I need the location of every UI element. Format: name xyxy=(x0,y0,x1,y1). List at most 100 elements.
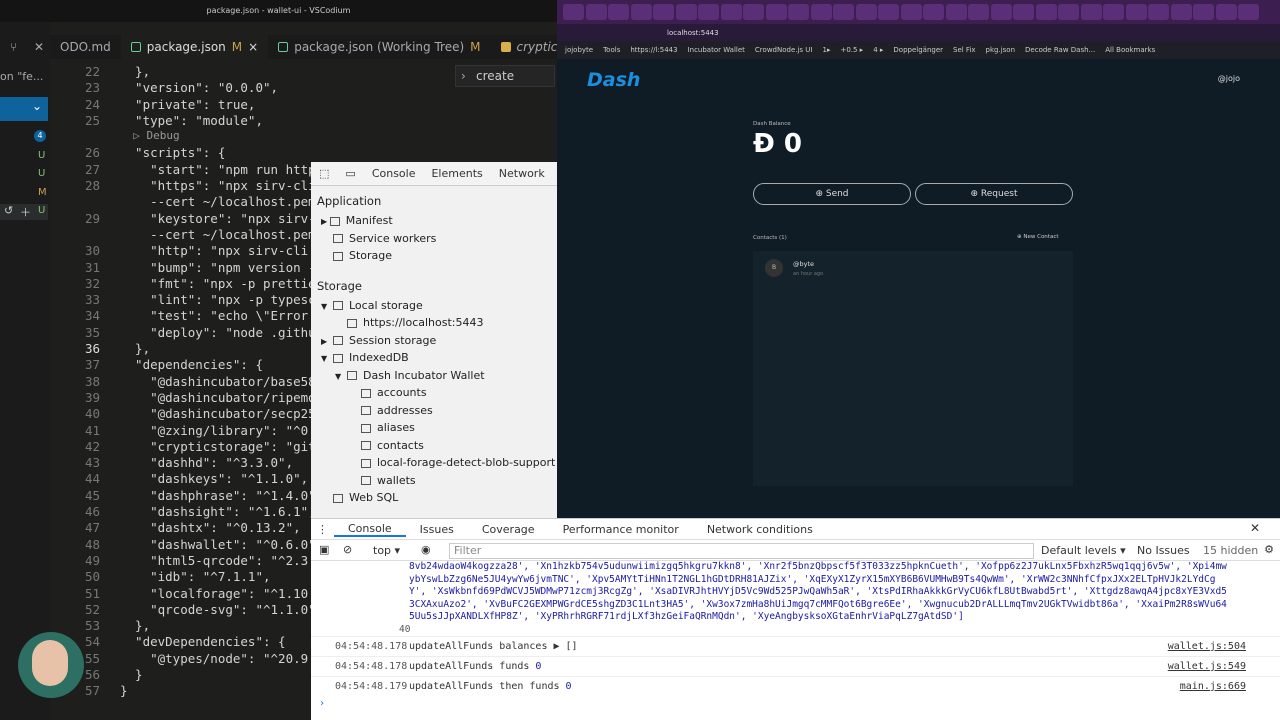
code-line[interactable]: }, xyxy=(120,341,315,357)
browser-tab[interactable] xyxy=(630,4,652,20)
storage-tree-item[interactable]: https://localhost:5443 xyxy=(311,314,557,332)
code-line[interactable]: "qrcode-svg": "^1.1.0" xyxy=(120,602,315,618)
console-prompt[interactable]: › xyxy=(311,696,1280,712)
log-source-link[interactable]: wallet.js:504 xyxy=(1168,637,1246,657)
code-line[interactable]: "dashsight": "^1.6.1", xyxy=(120,504,315,520)
chevron-right-icon[interactable]: › xyxy=(461,66,466,86)
code-line[interactable]: "lint": "npx -p typesc xyxy=(120,292,315,308)
code-line[interactable]: }, xyxy=(120,64,315,80)
storage-tree-item[interactable]: accounts xyxy=(311,384,557,402)
browser-tab[interactable] xyxy=(1215,4,1237,20)
tab-todo[interactable]: ODO.md xyxy=(50,35,121,59)
find-widget[interactable]: › create xyxy=(455,65,555,87)
code-line[interactable]: "dashkeys": "^1.1.0", xyxy=(120,471,315,487)
code-line[interactable]: "private": true, xyxy=(120,97,315,113)
storage-tree-item[interactable]: contacts xyxy=(311,437,557,455)
browser-tab[interactable] xyxy=(945,4,967,20)
close-tab-icon[interactable]: × xyxy=(248,35,258,59)
tab-performance-monitor[interactable]: Performance monitor xyxy=(549,523,693,536)
tab-issues[interactable]: Issues xyxy=(406,523,468,536)
source-control-icon[interactable]: ⑂ xyxy=(10,40,17,54)
tab-package-json[interactable]: package.json M × xyxy=(120,35,269,59)
code-line[interactable]: "@dashincubator/secp25 xyxy=(120,406,315,422)
browser-tab[interactable] xyxy=(653,4,674,20)
drawer-menu-icon[interactable]: ⋮ xyxy=(311,523,334,536)
inspect-icon[interactable]: ⬚ xyxy=(311,167,337,180)
browser-tab[interactable] xyxy=(968,4,989,20)
revert-icon[interactable]: ↺ xyxy=(4,204,13,217)
context-selector[interactable]: top ▾ xyxy=(373,544,400,557)
code-line[interactable]: "@dashincubator/base58 xyxy=(120,374,315,390)
dash-logo[interactable]: Dash xyxy=(587,69,640,91)
bookmark-item[interactable]: Decode Raw Dash... xyxy=(1025,46,1095,54)
app-item-service-workers[interactable]: Service workers xyxy=(311,230,557,248)
expand-arrow-icon[interactable]: ▼ xyxy=(321,298,333,316)
new-contact-button[interactable]: ⊕ New Contact xyxy=(1017,234,1059,240)
tab-network-conditions[interactable]: Network conditions xyxy=(693,523,827,536)
browser-tab[interactable] xyxy=(563,4,584,20)
code-line[interactable]: "dashtx": "^0.13.2", xyxy=(120,520,315,536)
browser-tab[interactable] xyxy=(1013,4,1034,20)
url-text[interactable]: localhost:5443 xyxy=(667,29,719,37)
bookmark-item[interactable]: Doppelgänger xyxy=(893,46,943,54)
browser-tab[interactable] xyxy=(1035,4,1057,20)
code-line[interactable]: "dashhd": "^3.3.0", xyxy=(120,455,315,471)
storage-tree-item[interactable]: ▶ Session storage xyxy=(311,332,557,350)
storage-tree-item[interactable]: wallets xyxy=(311,472,557,490)
code-line[interactable]: "dependencies": { xyxy=(120,357,315,373)
find-input[interactable]: create xyxy=(476,69,514,83)
log-row[interactable]: 04:54:48.178 updateAllFunds balances ▶ []… xyxy=(311,636,1280,656)
eye-icon[interactable]: ◉ xyxy=(421,543,431,556)
bookmark-item[interactable]: jojobyte xyxy=(565,46,593,54)
browser-tab[interactable] xyxy=(1058,4,1079,20)
code-line[interactable]: }, xyxy=(120,618,315,634)
plus-icon[interactable]: ＋ xyxy=(20,204,31,220)
code-line[interactable]: "fmt": "npx -p prettie xyxy=(120,276,315,292)
address-bar[interactable]: localhost:5443 xyxy=(557,24,1280,41)
sidebar-toggle-icon[interactable]: ▣ xyxy=(319,543,329,556)
code-line[interactable]: "@zxing/library": "^0. xyxy=(120,423,315,439)
bookmark-item[interactable]: https://l:5443 xyxy=(630,46,677,54)
expand-arrow-icon[interactable]: ▶ xyxy=(321,333,333,351)
filter-input[interactable]: Filter xyxy=(449,543,1034,559)
code-line[interactable]: "deploy": "node .githu xyxy=(120,325,315,341)
code-line[interactable]: "start": "npm run http xyxy=(120,162,315,178)
send-button[interactable]: ⊕ Send xyxy=(753,183,911,205)
app-item-manifest[interactable]: ▶ Manifest xyxy=(311,212,557,230)
browser-tab[interactable] xyxy=(743,4,764,20)
storage-tree-item[interactable]: addresses xyxy=(311,402,557,420)
code-line[interactable]: } xyxy=(120,683,315,699)
code-line[interactable]: "html5-qrcode": "^2.3. xyxy=(120,553,315,569)
code-line[interactable]: "http": "npx sirv-cli xyxy=(120,243,315,259)
storage-tree-item[interactable]: local-forage-detect-blob-support xyxy=(311,454,557,472)
code-line[interactable]: "devDependencies": { xyxy=(120,634,315,650)
browser-tab[interactable] xyxy=(720,4,742,20)
tab-coverage[interactable]: Coverage xyxy=(468,523,549,536)
tab-elements[interactable]: Elements xyxy=(423,167,490,180)
browser-tab[interactable] xyxy=(675,4,697,20)
gear-icon[interactable]: ⚙ xyxy=(1264,543,1274,556)
code-line[interactable]: "test": "echo \"Error: xyxy=(120,308,315,324)
tab-network[interactable]: Network xyxy=(491,167,553,180)
tab-console[interactable]: Console xyxy=(334,522,406,537)
code-line[interactable]: "dashwallet": "^0.6.0" xyxy=(120,537,315,553)
code-line[interactable]: "https": "npx sirv-cli xyxy=(120,178,315,194)
code-line[interactable]: "@types/node": "^20.9. xyxy=(120,651,315,667)
scm-selected-row[interactable]: ⌄ xyxy=(0,97,48,121)
browser-tab[interactable] xyxy=(923,4,944,20)
code-line[interactable]: "idb": "^7.1.1", xyxy=(120,569,315,585)
storage-tree-item[interactable]: ▼ Dash Incubator Wallet xyxy=(311,367,557,385)
browser-tab[interactable] xyxy=(1193,4,1214,20)
storage-tree-item[interactable]: Web SQL xyxy=(311,489,557,507)
code-line[interactable]: "type": "module", xyxy=(120,113,315,129)
array-output[interactable]: 8vb24wdaoW4kogzza28', 'Xn1hzkb754v5udunw… xyxy=(311,561,1280,624)
browser-tab[interactable] xyxy=(1103,4,1124,20)
log-source-link[interactable]: main.js:669 xyxy=(1180,677,1246,697)
storage-tree-item[interactable]: ▼ Local storage xyxy=(311,297,557,315)
code-line[interactable]: "crypticstorage": "git xyxy=(120,439,315,455)
code-line[interactable]: --cert ~/localhost.pem xyxy=(120,227,315,243)
code-line[interactable]: "bump": "npm version - xyxy=(120,260,315,276)
bookmark-item[interactable]: All Bookmarks xyxy=(1105,46,1155,54)
expand-arrow-icon[interactable]: ▼ xyxy=(335,368,347,386)
storage-tree-item[interactable]: aliases xyxy=(311,419,557,437)
